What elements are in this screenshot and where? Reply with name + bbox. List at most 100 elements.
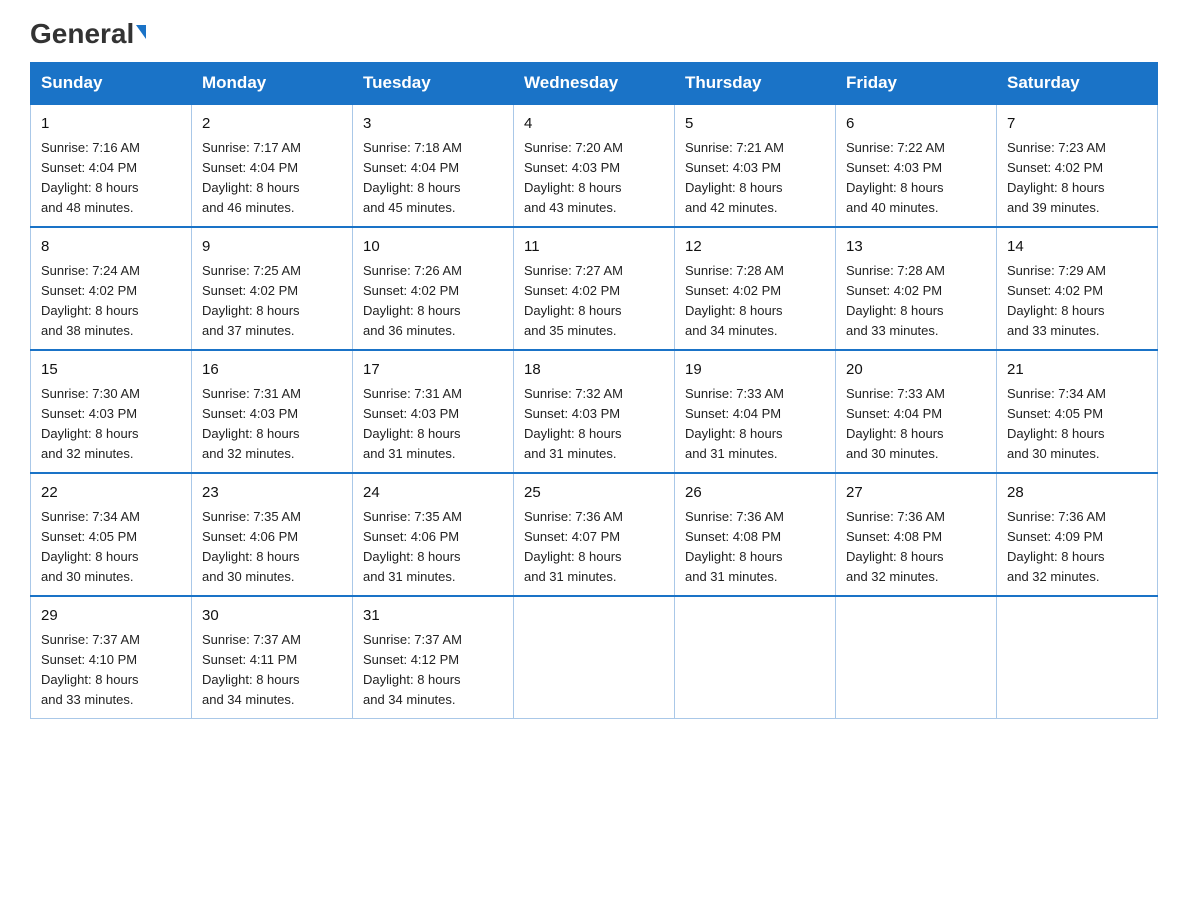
day-cell-15: 15 Sunrise: 7:30 AMSunset: 4:03 PMDayligh… xyxy=(31,350,192,473)
day-number: 30 xyxy=(202,605,342,628)
day-cell-3: 3 Sunrise: 7:18 AMSunset: 4:04 PMDaylight… xyxy=(353,104,514,227)
day-info: Sunrise: 7:36 AMSunset: 4:09 PMDaylight:… xyxy=(1007,509,1106,584)
day-info: Sunrise: 7:24 AMSunset: 4:02 PMDaylight:… xyxy=(41,263,140,338)
day-cell-19: 19 Sunrise: 7:33 AMSunset: 4:04 PMDayligh… xyxy=(675,350,836,473)
day-info: Sunrise: 7:21 AMSunset: 4:03 PMDaylight:… xyxy=(685,140,784,215)
week-row-3: 15 Sunrise: 7:30 AMSunset: 4:03 PMDayligh… xyxy=(31,350,1158,473)
logo-arrow-icon xyxy=(136,25,146,39)
day-number: 7 xyxy=(1007,113,1147,136)
day-cell-22: 22 Sunrise: 7:34 AMSunset: 4:05 PMDayligh… xyxy=(31,473,192,596)
day-info: Sunrise: 7:18 AMSunset: 4:04 PMDaylight:… xyxy=(363,140,462,215)
day-cell-24: 24Sunrise: 7:35 AMSunset: 4:06 PMDayligh… xyxy=(353,473,514,596)
week-row-1: 1 Sunrise: 7:16 AMSunset: 4:04 PMDaylight… xyxy=(31,104,1158,227)
day-cell-12: 12 Sunrise: 7:28 AMSunset: 4:02 PMDayligh… xyxy=(675,227,836,350)
day-cell-17: 17 Sunrise: 7:31 AMSunset: 4:03 PMDayligh… xyxy=(353,350,514,473)
day-info: Sunrise: 7:36 AMSunset: 4:07 PMDaylight:… xyxy=(524,509,623,584)
week-row-4: 22 Sunrise: 7:34 AMSunset: 4:05 PMDayligh… xyxy=(31,473,1158,596)
day-cell-5: 5 Sunrise: 7:21 AMSunset: 4:03 PMDaylight… xyxy=(675,104,836,227)
day-number: 27 xyxy=(846,482,986,505)
day-info: Sunrise: 7:32 AMSunset: 4:03 PMDaylight:… xyxy=(524,386,623,461)
day-number: 23 xyxy=(202,482,342,505)
day-info: Sunrise: 7:17 AMSunset: 4:04 PMDaylight:… xyxy=(202,140,301,215)
day-number: 15 xyxy=(41,359,181,382)
day-info: Sunrise: 7:16 AMSunset: 4:04 PMDaylight:… xyxy=(41,140,140,215)
empty-cell xyxy=(997,596,1158,719)
day-info: Sunrise: 7:28 AMSunset: 4:02 PMDaylight:… xyxy=(685,263,784,338)
calendar-table: SundayMondayTuesdayWednesdayThursdayFrid… xyxy=(30,62,1158,719)
day-info: Sunrise: 7:36 AMSunset: 4:08 PMDaylight:… xyxy=(846,509,945,584)
day-cell-4: 4Sunrise: 7:20 AMSunset: 4:03 PMDaylight… xyxy=(514,104,675,227)
day-cell-10: 10 Sunrise: 7:26 AMSunset: 4:02 PMDayligh… xyxy=(353,227,514,350)
day-cell-7: 7 Sunrise: 7:23 AMSunset: 4:02 PMDaylight… xyxy=(997,104,1158,227)
day-info: Sunrise: 7:37 AMSunset: 4:12 PMDaylight:… xyxy=(363,632,462,707)
day-cell-8: 8 Sunrise: 7:24 AMSunset: 4:02 PMDaylight… xyxy=(31,227,192,350)
day-number: 8 xyxy=(41,236,181,259)
day-info: Sunrise: 7:35 AMSunset: 4:06 PMDaylight:… xyxy=(202,509,301,584)
day-number: 20 xyxy=(846,359,986,382)
weekday-header-tuesday: Tuesday xyxy=(353,63,514,105)
day-info: Sunrise: 7:28 AMSunset: 4:02 PMDaylight:… xyxy=(846,263,945,338)
day-number: 28 xyxy=(1007,482,1147,505)
day-info: Sunrise: 7:34 AMSunset: 4:05 PMDaylight:… xyxy=(41,509,140,584)
day-number: 13 xyxy=(846,236,986,259)
day-info: Sunrise: 7:23 AMSunset: 4:02 PMDaylight:… xyxy=(1007,140,1106,215)
day-info: Sunrise: 7:34 AMSunset: 4:05 PMDaylight:… xyxy=(1007,386,1106,461)
day-number: 22 xyxy=(41,482,181,505)
day-number: 2 xyxy=(202,113,342,136)
day-cell-13: 13 Sunrise: 7:28 AMSunset: 4:02 PMDayligh… xyxy=(836,227,997,350)
day-number: 4 xyxy=(524,113,664,136)
day-number: 5 xyxy=(685,113,825,136)
logo-text: General xyxy=(30,20,146,48)
day-number: 21 xyxy=(1007,359,1147,382)
weekday-header-wednesday: Wednesday xyxy=(514,63,675,105)
day-number: 31 xyxy=(363,605,503,628)
empty-cell xyxy=(675,596,836,719)
day-number: 1 xyxy=(41,113,181,136)
day-number: 18 xyxy=(524,359,664,382)
day-info: Sunrise: 7:36 AMSunset: 4:08 PMDaylight:… xyxy=(685,509,784,584)
day-info: Sunrise: 7:26 AMSunset: 4:02 PMDaylight:… xyxy=(363,263,462,338)
day-number: 11 xyxy=(524,236,664,259)
day-number: 29 xyxy=(41,605,181,628)
day-cell-27: 27 Sunrise: 7:36 AMSunset: 4:08 PMDayligh… xyxy=(836,473,997,596)
day-info: Sunrise: 7:29 AMSunset: 4:02 PMDaylight:… xyxy=(1007,263,1106,338)
day-number: 14 xyxy=(1007,236,1147,259)
day-info: Sunrise: 7:31 AMSunset: 4:03 PMDaylight:… xyxy=(363,386,462,461)
day-cell-11: 11 Sunrise: 7:27 AMSunset: 4:02 PMDayligh… xyxy=(514,227,675,350)
day-cell-20: 20 Sunrise: 7:33 AMSunset: 4:04 PMDayligh… xyxy=(836,350,997,473)
weekday-header-monday: Monday xyxy=(192,63,353,105)
day-info: Sunrise: 7:33 AMSunset: 4:04 PMDaylight:… xyxy=(846,386,945,461)
day-cell-1: 1 Sunrise: 7:16 AMSunset: 4:04 PMDaylight… xyxy=(31,104,192,227)
day-info: Sunrise: 7:27 AMSunset: 4:02 PMDaylight:… xyxy=(524,263,623,338)
day-cell-21: 21 Sunrise: 7:34 AMSunset: 4:05 PMDayligh… xyxy=(997,350,1158,473)
day-info: Sunrise: 7:30 AMSunset: 4:03 PMDaylight:… xyxy=(41,386,140,461)
day-cell-30: 30Sunrise: 7:37 AMSunset: 4:11 PMDayligh… xyxy=(192,596,353,719)
day-cell-26: 26 Sunrise: 7:36 AMSunset: 4:08 PMDayligh… xyxy=(675,473,836,596)
day-cell-23: 23 Sunrise: 7:35 AMSunset: 4:06 PMDayligh… xyxy=(192,473,353,596)
day-info: Sunrise: 7:31 AMSunset: 4:03 PMDaylight:… xyxy=(202,386,301,461)
day-number: 26 xyxy=(685,482,825,505)
weekday-header-saturday: Saturday xyxy=(997,63,1158,105)
day-info: Sunrise: 7:35 AMSunset: 4:06 PMDaylight:… xyxy=(363,509,462,584)
day-cell-31: 31 Sunrise: 7:37 AMSunset: 4:12 PMDayligh… xyxy=(353,596,514,719)
day-number: 9 xyxy=(202,236,342,259)
day-number: 3 xyxy=(363,113,503,136)
day-cell-29: 29 Sunrise: 7:37 AMSunset: 4:10 PMDayligh… xyxy=(31,596,192,719)
day-info: Sunrise: 7:37 AMSunset: 4:10 PMDaylight:… xyxy=(41,632,140,707)
empty-cell xyxy=(836,596,997,719)
day-cell-2: 2 Sunrise: 7:17 AMSunset: 4:04 PMDaylight… xyxy=(192,104,353,227)
day-cell-14: 14 Sunrise: 7:29 AMSunset: 4:02 PMDayligh… xyxy=(997,227,1158,350)
week-row-2: 8 Sunrise: 7:24 AMSunset: 4:02 PMDaylight… xyxy=(31,227,1158,350)
weekday-header-thursday: Thursday xyxy=(675,63,836,105)
day-cell-9: 9Sunrise: 7:25 AMSunset: 4:02 PMDaylight… xyxy=(192,227,353,350)
page-header: General xyxy=(30,20,1158,44)
day-number: 16 xyxy=(202,359,342,382)
day-number: 10 xyxy=(363,236,503,259)
day-number: 12 xyxy=(685,236,825,259)
day-cell-6: 6Sunrise: 7:22 AMSunset: 4:03 PMDaylight… xyxy=(836,104,997,227)
day-number: 17 xyxy=(363,359,503,382)
day-info: Sunrise: 7:33 AMSunset: 4:04 PMDaylight:… xyxy=(685,386,784,461)
day-cell-25: 25Sunrise: 7:36 AMSunset: 4:07 PMDayligh… xyxy=(514,473,675,596)
day-number: 19 xyxy=(685,359,825,382)
week-row-5: 29 Sunrise: 7:37 AMSunset: 4:10 PMDayligh… xyxy=(31,596,1158,719)
